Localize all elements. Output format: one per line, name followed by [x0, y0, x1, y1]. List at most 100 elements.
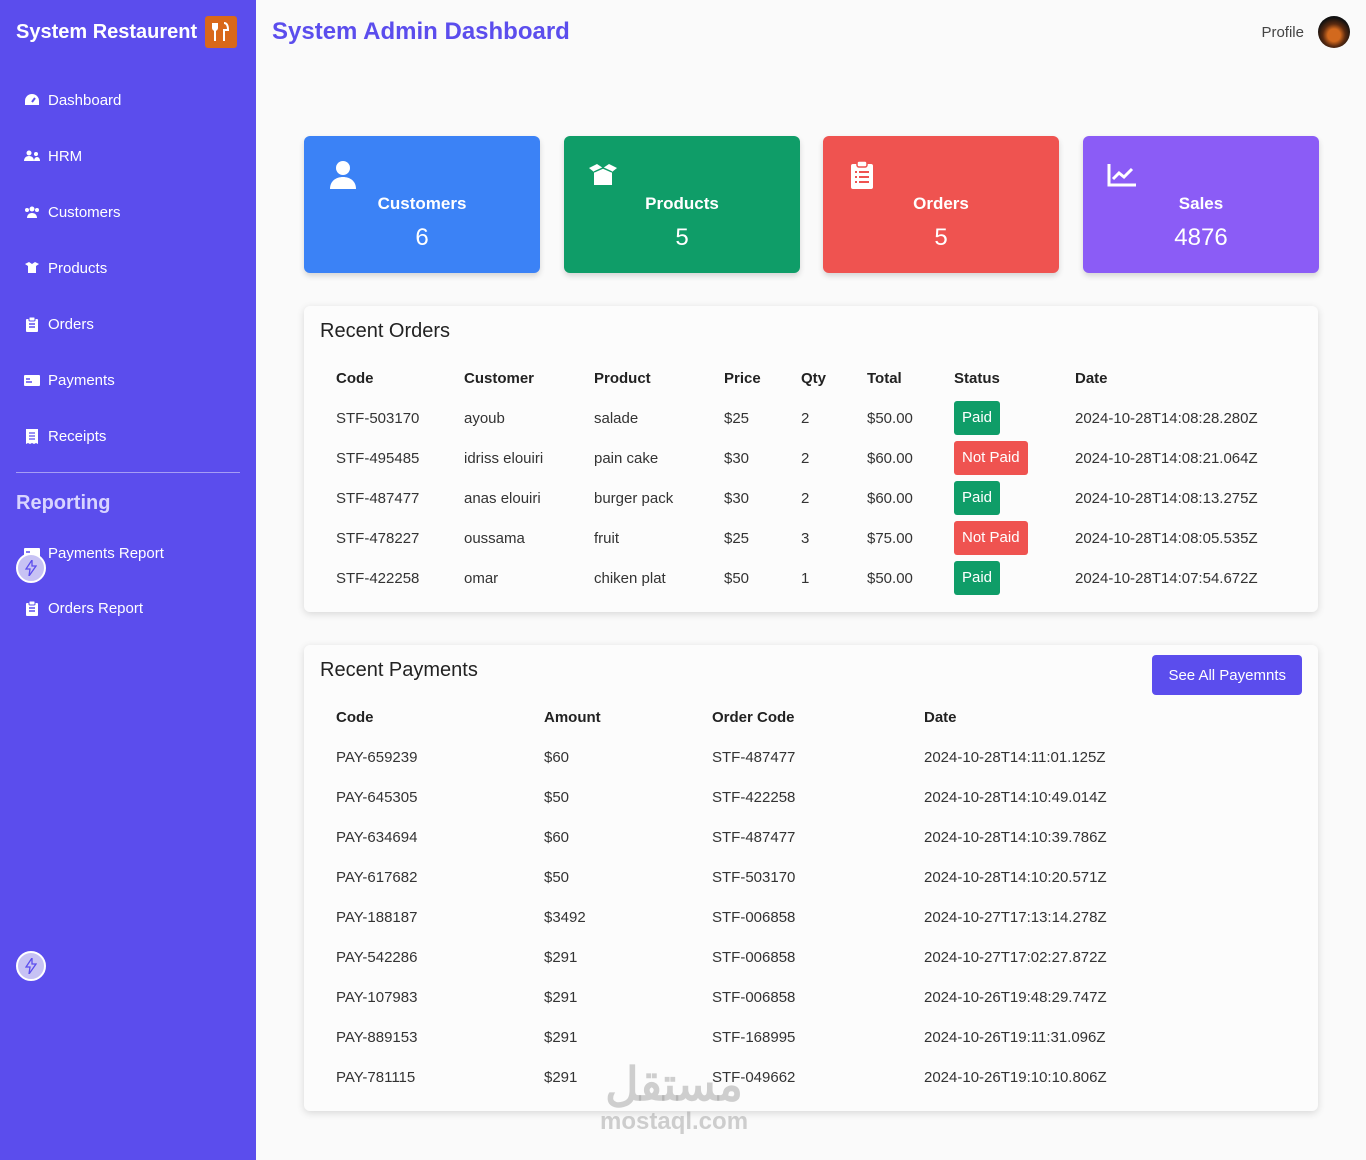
table-cell: pain cake: [594, 449, 659, 467]
table-cell: $60.00: [867, 449, 913, 467]
recent-payments-panel: Recent Payments See All Payemnts Code Am…: [304, 645, 1318, 1111]
table-cell: $60: [544, 828, 570, 846]
table-row[interactable]: STF-422258 omar chiken plat $50 1 $50.00 Paid 2…: [320, 558, 1287, 598]
table-row[interactable]: PAY-188187 $3492 STF-006858 2024-10-27T17:1…: [320, 897, 1208, 937]
table-cell: chiken plat: [594, 569, 666, 587]
table-cell: $25: [724, 409, 750, 427]
table-row[interactable]: PAY-542286 $291 STF-006858 2024-10-27T17:02…: [320, 937, 1208, 977]
column-header: Code: [336, 708, 374, 726]
stat-card-orders[interactable]: Orders 5: [823, 136, 1059, 273]
sidebar-item-label: Orders: [48, 315, 94, 333]
sidebar-item-label: Payments: [48, 371, 115, 389]
table-header-row: Code Customer Product Price Qty Total St…: [320, 358, 1287, 398]
table-cell: PAY-107983: [336, 988, 418, 1006]
table-cell: $291: [544, 988, 578, 1006]
table-cell: oussama: [464, 529, 525, 547]
app-title: System Restaurent: [16, 20, 198, 43]
box-icon: [24, 260, 40, 276]
table-cell: 3: [801, 529, 810, 547]
avatar[interactable]: [1318, 16, 1350, 48]
sidebar-item-payments[interactable]: Payments: [0, 352, 256, 408]
table-cell: $75.00: [867, 529, 913, 547]
sidebar-item-label: HRM: [48, 147, 83, 165]
table-cell: burger pack: [594, 489, 674, 507]
user-icon: [328, 160, 358, 190]
table-cell: STF-487477: [712, 828, 796, 846]
table-row[interactable]: STF-495485 idriss elouiri pain cake $30 2 $60…: [320, 438, 1287, 478]
table-row[interactable]: PAY-781115 $291 STF-049662 2024-10-26T19:10…: [320, 1057, 1208, 1097]
stat-label: Customers: [377, 194, 467, 213]
fork-knife-icon: [205, 16, 238, 48]
lightning-icon[interactable]: [16, 951, 46, 981]
table-cell: 2024-10-28T14:10:39.786Z: [924, 828, 1107, 846]
table-row[interactable]: PAY-889153 $291 STF-168995 2024-10-26T19:11…: [320, 1017, 1208, 1057]
watermark: مستقل mostaql.com: [600, 1060, 748, 1136]
table-cell: PAY-188187: [336, 908, 418, 926]
table-cell: $50.00: [867, 569, 913, 587]
table-cell: $291: [544, 948, 578, 966]
table-cell: STF-006858: [712, 988, 796, 1006]
stat-value: 6: [415, 224, 429, 251]
table-header-row: Code Amount Order Code Date: [320, 697, 1208, 737]
user-group-icon: [24, 204, 40, 220]
sidebar-item-customers[interactable]: Customers: [0, 184, 256, 240]
table-cell: 2024-10-28T14:11:01.125Z: [924, 748, 1106, 766]
table-cell: STF-168995: [712, 1028, 796, 1046]
users-icon: [24, 148, 40, 164]
sidebar-item-orders-report[interactable]: Orders Report: [0, 581, 256, 636]
stat-card-sales[interactable]: Sales 4876: [1083, 136, 1319, 273]
see-all-payments-button[interactable]: See All Payemnts: [1152, 655, 1302, 695]
table-cell: PAY-617682: [336, 868, 418, 886]
table-cell: $50: [724, 569, 750, 587]
recent-orders-table: Code Customer Product Price Qty Total St…: [320, 358, 1287, 598]
box-icon: [588, 160, 618, 190]
stat-value: 4876: [1174, 224, 1228, 251]
recent-orders-panel: Recent Orders Code Customer Product Pric…: [304, 306, 1318, 612]
column-header: Total: [867, 369, 902, 387]
sidebar-item-receipts[interactable]: Receipts: [0, 408, 256, 464]
stat-card-customers[interactable]: Customers 6: [304, 136, 540, 273]
table-row[interactable]: PAY-645305 $50 STF-422258 2024-10-28T14:10:…: [320, 777, 1208, 817]
table-cell: idriss elouiri: [464, 449, 544, 467]
watermark-latin: mostaql.com: [600, 1108, 749, 1135]
recent-payments-title: Recent Payments: [320, 659, 478, 681]
status-badge: Paid: [954, 561, 1001, 595]
sidebar-item-label: Customers: [48, 203, 121, 221]
stat-card-products[interactable]: Products 5: [564, 136, 800, 273]
table-cell: 2024-10-27T17:02:27.872Z: [924, 948, 1107, 966]
brand[interactable]: System Restaurent: [16, 16, 238, 48]
table-row[interactable]: PAY-634694 $60 STF-487477 2024-10-28T14:10:…: [320, 817, 1208, 857]
table-cell: anas elouiri: [464, 489, 541, 507]
table-row[interactable]: STF-487477 anas elouiri burger pack $30 2 $60…: [320, 478, 1287, 518]
table-cell: 2024-10-26T19:48:29.747Z: [924, 988, 1107, 1006]
table-cell: 2024-10-28T14:07:54.672Z: [1075, 569, 1258, 587]
status-badge: Not Paid: [954, 521, 1028, 555]
table-cell: STF-006858: [712, 948, 796, 966]
table-cell: 2024-10-28T14:08:13.275Z: [1075, 489, 1258, 507]
column-header: Status: [954, 369, 1000, 387]
table-row[interactable]: STF-503170 ayoub salade $25 2 $50.00 Paid 2024-…: [320, 398, 1287, 438]
sidebar-item-products[interactable]: Products: [0, 240, 256, 296]
table-row[interactable]: STF-478227 oussama fruit $25 3 $75.00 Not Paid…: [320, 518, 1287, 558]
profile-menu[interactable]: Profile: [1261, 16, 1350, 48]
table-row[interactable]: PAY-659239 $60 STF-487477 2024-10-28T14:11:…: [320, 737, 1208, 777]
clipboard-icon: [24, 316, 40, 332]
table-cell: 1: [801, 569, 810, 587]
lightning-icon[interactable]: [16, 553, 46, 583]
table-row[interactable]: PAY-107983 $291 STF-006858 2024-10-26T19:48…: [320, 977, 1208, 1017]
table-cell: STF-006858: [712, 908, 796, 926]
sidebar-item-dashboard[interactable]: Dashboard: [0, 72, 256, 128]
profile-label[interactable]: Profile: [1261, 24, 1304, 41]
status-badge: Paid: [954, 481, 1001, 515]
table-cell: PAY-634694: [336, 828, 418, 846]
reporting-section-title: Reporting: [16, 492, 111, 514]
table-cell: fruit: [594, 529, 620, 547]
table-row[interactable]: PAY-617682 $50 STF-503170 2024-10-28T14:10:…: [320, 857, 1208, 897]
sidebar-item-orders[interactable]: Orders: [0, 296, 256, 352]
column-header: Code: [336, 369, 374, 387]
table-cell: $50: [544, 788, 570, 806]
status-badge: Paid: [954, 401, 1001, 435]
table-cell: STF-487477: [712, 748, 796, 766]
sidebar-item-hrm[interactable]: HRM: [0, 128, 256, 184]
column-header: Product: [594, 369, 651, 387]
